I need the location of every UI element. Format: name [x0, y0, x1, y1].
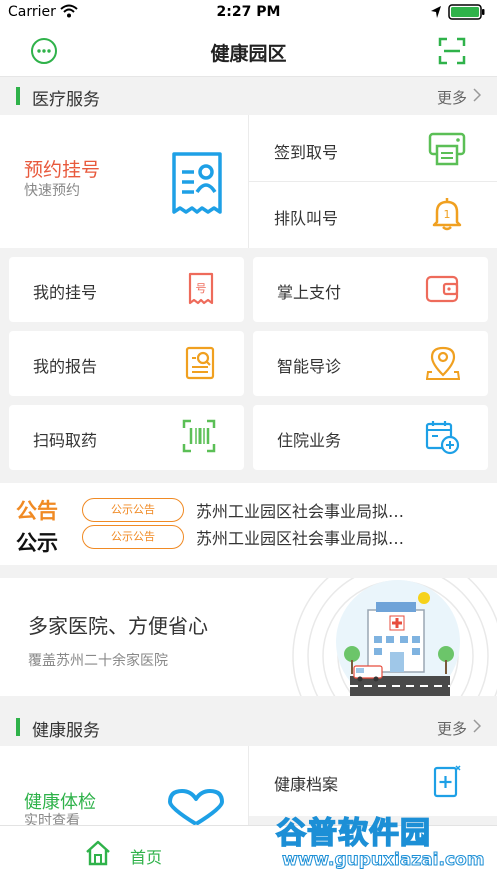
hospital-calendar-icon — [425, 421, 460, 455]
chevron-right-icon[interactable] — [473, 88, 481, 102]
medical-services-header: 医疗服务 更多 — [0, 77, 497, 115]
hospital-illustration — [292, 578, 497, 696]
section-accent-bar — [16, 718, 20, 736]
appointment-title: 预约挂号 — [24, 159, 101, 181]
notice-item[interactable]: 苏州工业园区社会事业局拟… — [196, 498, 404, 522]
records-label: 健康档案 — [274, 775, 339, 794]
wallet-icon — [425, 275, 459, 303]
location-arrow-icon — [431, 6, 441, 18]
notice-label-2: 公示 — [16, 531, 58, 555]
health-more-link[interactable]: 更多 — [437, 718, 467, 739]
status-bar: Carrier 2:27 PM — [0, 0, 497, 26]
notice-tag: 公示公告 — [82, 525, 184, 549]
notice-tag: 公示公告 — [82, 498, 184, 522]
service-label: 住院业务 — [277, 431, 342, 450]
chevron-right-icon[interactable] — [473, 719, 481, 733]
banner-title: 多家医院、方便省心 — [28, 614, 208, 638]
service-inpatient[interactable]: 住院业务 — [253, 405, 488, 470]
notice-label-1: 公告 — [16, 499, 58, 523]
svg-text:号: 号 — [196, 282, 207, 295]
service-mobile-payment[interactable]: 掌上支付 — [253, 257, 488, 322]
svg-text:1: 1 — [444, 208, 451, 221]
service-my-registration[interactable]: 我的挂号 号 — [9, 257, 244, 322]
clock: 2:27 PM — [216, 4, 281, 20]
scan-icon[interactable] — [438, 37, 466, 65]
ticket-machine-icon — [428, 132, 466, 166]
checkin-label: 签到取号 — [274, 143, 339, 162]
health-file-icon — [433, 765, 461, 798]
service-smart-guide[interactable]: 智能导诊 — [253, 331, 488, 396]
service-label: 我的报告 — [33, 357, 98, 376]
notice-item[interactable]: 苏州工业园区社会事业局拟… — [196, 525, 404, 549]
bell-icon: 1 — [432, 198, 462, 231]
section-accent-bar — [16, 87, 20, 105]
home-icon[interactable] — [84, 840, 112, 866]
report-search-icon — [185, 346, 215, 380]
medical-more-link[interactable]: 更多 — [437, 87, 467, 108]
nav-bar: 健康园区 — [0, 26, 497, 77]
banner-subtitle: 覆盖苏州二十余家医院 — [28, 653, 168, 669]
page-title: 健康园区 — [210, 43, 287, 65]
service-label: 智能导诊 — [277, 357, 342, 376]
location-pin-icon — [426, 346, 460, 380]
hospital-banner[interactable]: 多家医院、方便省心 覆盖苏州二十余家医院 — [0, 578, 497, 696]
registration-slip-icon: 号 — [188, 272, 214, 305]
section-title: 医疗服务 — [32, 90, 100, 110]
section-title: 健康服务 — [32, 721, 100, 741]
service-label: 掌上支付 — [277, 283, 342, 302]
queue-label: 排队叫号 — [274, 209, 339, 228]
heart-icon — [168, 789, 224, 826]
service-scan-medicine[interactable]: 扫码取药 — [9, 405, 244, 470]
service-label: 我的挂号 — [33, 283, 98, 302]
watermark-url: www.gupuxiazai.com — [281, 850, 485, 871]
service-label: 扫码取药 — [33, 431, 98, 450]
divider — [249, 181, 497, 182]
battery-icon — [448, 4, 485, 20]
tab-home[interactable]: 首页 — [130, 844, 162, 868]
divider — [248, 746, 249, 826]
appointment-form-icon — [172, 152, 222, 214]
service-my-report[interactable]: 我的报告 — [9, 331, 244, 396]
notice-board: 公告 公示 公示公告 苏州工业园区社会事业局拟… 公示公告 苏州工业园区社会事业… — [0, 483, 497, 565]
health-services-header: 健康服务 更多 — [0, 708, 497, 746]
watermark: 谷普软件园 www.gupuxiazai.com — [270, 806, 497, 883]
appointment-subtitle: 快速预约 — [24, 183, 80, 199]
watermark-title: 谷普软件园 — [275, 815, 431, 852]
barcode-scan-icon — [182, 419, 216, 453]
